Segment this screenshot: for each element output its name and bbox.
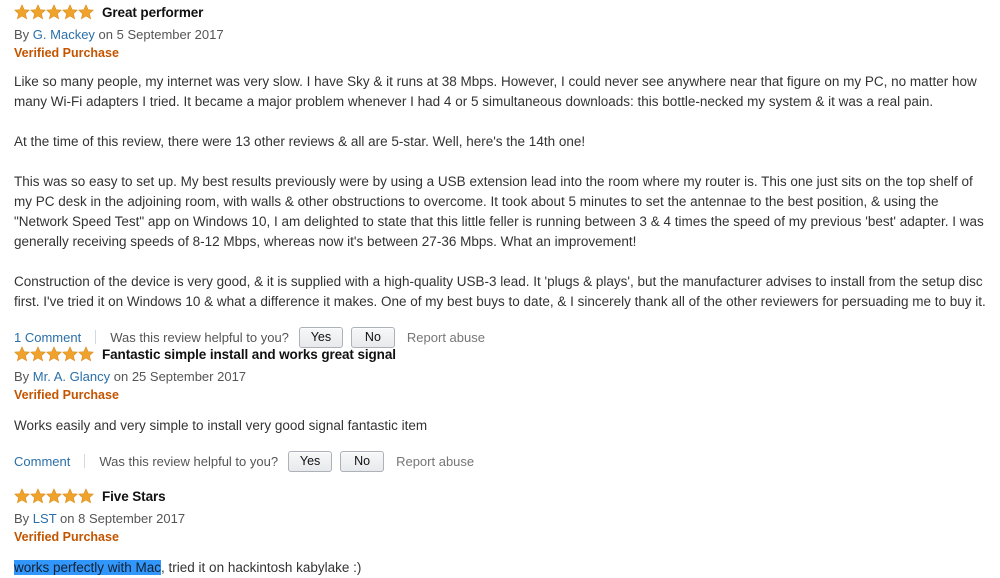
review-body-rest: , tried it on hackintosh kabylake :): [161, 560, 362, 575]
star-rating-icon[interactable]: [14, 488, 94, 504]
review-body: works perfectly with Mac, tried it on ha…: [14, 558, 986, 578]
review-body: Works easily and very simple to install …: [14, 418, 428, 433]
review-footer-bar: Comment Was this review helpful to you? …: [14, 450, 986, 472]
star-rating-icon[interactable]: [14, 4, 94, 20]
review-date: 8 September 2017: [78, 511, 186, 526]
verified-purchase-badge: Verified Purchase: [14, 46, 119, 60]
date-prefix: on: [60, 511, 75, 526]
reviews-page: Great performer By G. Mackey on 5 Septem…: [0, 0, 1000, 576]
review-byline: By Mr. A. Glancy on 25 September 2017: [14, 369, 986, 384]
review-header: Fantastic simple install and works great…: [14, 344, 986, 364]
review-byline: By LST on 8 September 2017: [14, 511, 986, 526]
review-paragraph: Like so many people, my internet was ver…: [14, 74, 977, 109]
verified-purchase-badge: Verified Purchase: [14, 530, 119, 544]
review-paragraph: At the time of this review, there were 1…: [14, 134, 586, 149]
review-item: Fantastic simple install and works great…: [0, 344, 1000, 472]
review-header: Great performer: [14, 2, 986, 22]
helpful-no-button[interactable]: No: [340, 450, 385, 472]
vertical-divider: [95, 330, 97, 344]
by-prefix: By: [14, 27, 30, 42]
date-prefix: on: [113, 369, 129, 384]
by-prefix: By: [14, 369, 30, 384]
comment-link[interactable]: Comment: [14, 454, 70, 469]
review-title[interactable]: Fantastic simple install and works great…: [102, 347, 396, 362]
review-author-link[interactable]: LST: [33, 511, 57, 526]
review-author-link[interactable]: Mr. A. Glancy: [33, 369, 110, 384]
star-rating-icon[interactable]: [14, 346, 94, 362]
helpful-yes-button[interactable]: Yes: [288, 450, 333, 472]
helpful-question-label: Was this review helpful to you?: [110, 329, 289, 345]
review-header: Five Stars: [14, 486, 986, 506]
review-byline: By G. Mackey on 5 September 2017: [14, 27, 986, 42]
review-date: 5 September 2017: [116, 27, 224, 42]
review-paragraph: Construction of the device is very good,…: [14, 274, 986, 309]
helpful-question-label: Was this review helpful to you?: [99, 453, 279, 469]
by-prefix: By: [14, 511, 30, 526]
review-title[interactable]: Great performer: [102, 5, 203, 20]
selected-text-highlight: works perfectly with Mac: [14, 560, 162, 575]
review-item: Five Stars By LST on 8 September 2017 Ve…: [0, 486, 1000, 578]
comment-link[interactable]: 1 Comment: [14, 330, 81, 345]
review-author-link[interactable]: G. Mackey: [33, 27, 95, 42]
review-body: Like so many people, my internet was ver…: [14, 72, 986, 312]
review-title[interactable]: Five Stars: [102, 489, 166, 504]
review-paragraph: This was so easy to set up. My best resu…: [14, 174, 984, 249]
review-date: 25 September 2017: [131, 369, 247, 384]
report-abuse-link[interactable]: Report abuse: [396, 454, 474, 469]
date-prefix: on: [98, 27, 114, 42]
review-item: Great performer By G. Mackey on 5 Septem…: [0, 2, 1000, 348]
report-abuse-link[interactable]: Report abuse: [407, 330, 485, 345]
vertical-divider: [84, 454, 86, 468]
verified-purchase-badge: Verified Purchase: [14, 388, 119, 402]
